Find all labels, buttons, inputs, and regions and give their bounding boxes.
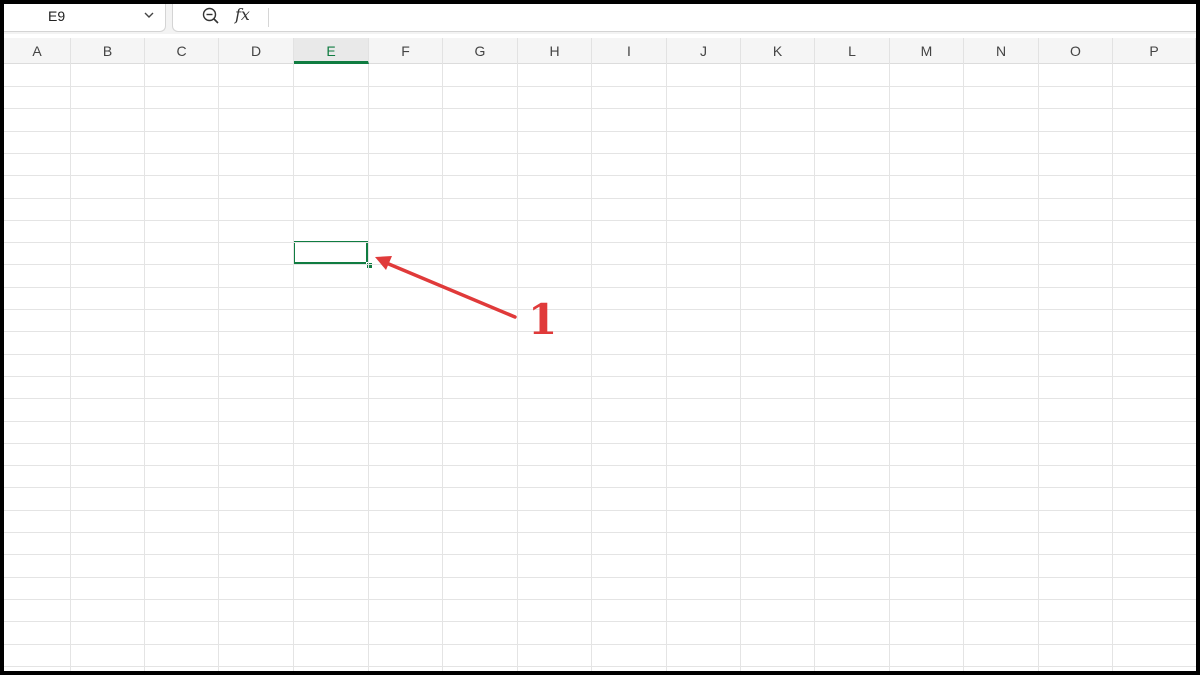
column-gridline [591, 64, 592, 671]
row-gridline [4, 242, 1196, 243]
row-gridline [4, 376, 1196, 377]
column-gridline [517, 64, 518, 671]
row-gridline [4, 153, 1196, 154]
row-gridline [4, 510, 1196, 511]
column-gridline [218, 64, 219, 671]
column-header-c[interactable]: C [145, 38, 219, 64]
column-gridline [889, 64, 890, 671]
column-gridline [144, 64, 145, 671]
column-header-m[interactable]: M [890, 38, 964, 64]
formula-input[interactable] [273, 7, 1186, 29]
column-header-a[interactable]: A [4, 38, 71, 64]
name-box[interactable]: E9 [4, 4, 166, 32]
column-gridline [740, 64, 741, 671]
row-gridline [4, 621, 1196, 622]
row-gridline [4, 599, 1196, 600]
column-header-n[interactable]: N [964, 38, 1039, 64]
formula-area: fx [172, 4, 1196, 32]
cell-grid[interactable] [4, 64, 1196, 671]
row-gridline [4, 175, 1196, 176]
column-gridline [666, 64, 667, 671]
row-gridline [4, 264, 1196, 265]
column-gridline [442, 64, 443, 671]
column-gridline [963, 64, 964, 671]
column-header-e[interactable]: E [294, 38, 369, 64]
formula-bar: E9 fx [4, 4, 1196, 34]
row-gridline [4, 131, 1196, 132]
column-header-p[interactable]: P [1113, 38, 1196, 64]
row-gridline [4, 443, 1196, 444]
name-box-value[interactable]: E9 [48, 8, 65, 24]
column-header-row: ABCDEFGHIJKLMNOP [4, 38, 1196, 64]
row-gridline [4, 421, 1196, 422]
row-gridline [4, 487, 1196, 488]
column-gridline [70, 64, 71, 671]
row-gridline [4, 287, 1196, 288]
column-header-f[interactable]: F [369, 38, 443, 64]
row-gridline [4, 220, 1196, 221]
column-header-d[interactable]: D [219, 38, 294, 64]
spreadsheet-window: E9 fx ABCDEFGHIJKLMNOP 1 [0, 0, 1200, 675]
column-gridline [814, 64, 815, 671]
zoom-icon[interactable] [201, 6, 221, 31]
selected-cell[interactable] [293, 241, 368, 264]
column-gridline [1038, 64, 1039, 671]
column-header-h[interactable]: H [518, 38, 592, 64]
row-gridline [4, 309, 1196, 310]
row-gridline [4, 465, 1196, 466]
row-gridline [4, 398, 1196, 399]
row-gridline [4, 354, 1196, 355]
row-gridline [4, 108, 1196, 109]
column-header-j[interactable]: J [667, 38, 741, 64]
column-gridline [293, 64, 294, 671]
column-gridline [1112, 64, 1113, 671]
formula-separator [268, 8, 269, 27]
row-gridline [4, 644, 1196, 645]
row-gridline [4, 532, 1196, 533]
column-header-l[interactable]: L [815, 38, 890, 64]
row-gridline [4, 198, 1196, 199]
column-header-k[interactable]: K [741, 38, 815, 64]
row-gridline [4, 554, 1196, 555]
row-gridline [4, 331, 1196, 332]
column-header-b[interactable]: B [71, 38, 145, 64]
column-header-g[interactable]: G [443, 38, 518, 64]
row-gridline [4, 577, 1196, 578]
column-header-o[interactable]: O [1039, 38, 1113, 64]
row-gridline [4, 86, 1196, 87]
column-header-i[interactable]: I [592, 38, 667, 64]
chevron-down-icon[interactable] [142, 8, 156, 27]
fx-icon[interactable]: fx [235, 5, 250, 24]
column-gridline [368, 64, 369, 671]
row-gridline [4, 666, 1196, 667]
